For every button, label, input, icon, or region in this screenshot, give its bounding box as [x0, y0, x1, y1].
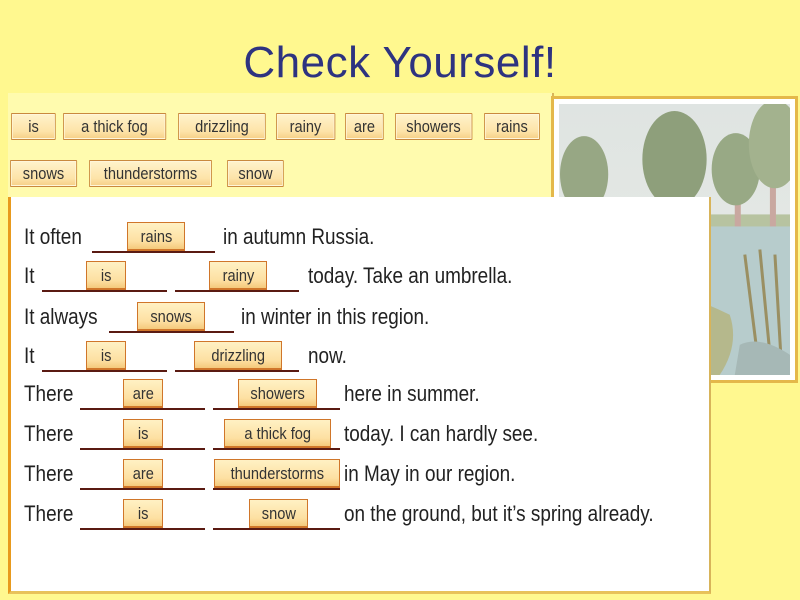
- word-chip[interactable]: showers: [395, 113, 472, 140]
- answer-box[interactable]: rains: [127, 222, 185, 251]
- answer-blank[interactable]: [80, 488, 205, 490]
- answer-text: is: [137, 424, 149, 443]
- answer-blank[interactable]: [80, 408, 205, 410]
- word-chip[interactable]: rainy: [276, 113, 335, 140]
- sentence-end: in May in our region.: [344, 461, 516, 486]
- answer-blank[interactable]: [213, 408, 340, 410]
- answer-text: rains: [140, 227, 172, 246]
- answer-text: rainy: [222, 266, 254, 285]
- answer-blank[interactable]: [109, 331, 234, 333]
- sentence-end: here in summer.: [344, 381, 480, 406]
- sentence-start: It often: [24, 224, 82, 249]
- answer-box[interactable]: is: [123, 419, 163, 448]
- answer-box[interactable]: drizzling: [194, 341, 282, 370]
- sentence-end: today. I can hardly see.: [344, 421, 539, 446]
- answer-box[interactable]: are: [123, 379, 163, 408]
- answer-box[interactable]: is: [86, 341, 126, 370]
- answer-blank[interactable]: [80, 528, 205, 530]
- sentence-start: There: [24, 421, 74, 446]
- sentence-start: There: [24, 381, 74, 406]
- answer-box[interactable]: are: [123, 459, 163, 488]
- answer-blank[interactable]: [213, 488, 340, 490]
- answer-blank[interactable]: [175, 290, 299, 292]
- sentence-start: It always: [24, 304, 98, 329]
- sentence-end: on the ground, but it’s spring already.: [344, 501, 654, 526]
- word-chip[interactable]: rains: [484, 113, 540, 140]
- answer-blank[interactable]: [42, 290, 167, 292]
- answer-text: a thick fog: [244, 424, 311, 443]
- answer-text: are: [132, 464, 154, 483]
- answer-text: drizzling: [211, 346, 265, 365]
- answer-box[interactable]: snows: [137, 302, 205, 331]
- answer-text: showers: [250, 384, 305, 403]
- sentence-start: There: [24, 461, 74, 486]
- sentence-start: There: [24, 501, 74, 526]
- answer-text: is: [137, 504, 149, 523]
- sentence-start: It: [24, 343, 35, 368]
- word-chip[interactable]: drizzling: [178, 113, 266, 140]
- answer-text: snow: [261, 504, 296, 523]
- answer-text: is: [100, 346, 112, 365]
- word-chip[interactable]: is: [11, 113, 56, 140]
- answer-box[interactable]: rainy: [209, 261, 267, 290]
- answer-box[interactable]: is: [86, 261, 126, 290]
- sentence-end: in autumn Russia.: [223, 224, 375, 249]
- answer-blank[interactable]: [213, 528, 340, 530]
- answer-text: thunderstorms: [230, 464, 324, 483]
- sentence-end: now.: [308, 343, 347, 368]
- answer-box[interactable]: snow: [249, 499, 308, 528]
- answer-blank[interactable]: [92, 251, 215, 253]
- answer-box[interactable]: a thick fog: [224, 419, 331, 448]
- answer-blank[interactable]: [175, 370, 299, 372]
- sentence-start: It: [24, 263, 35, 288]
- word-chip[interactable]: snows: [10, 160, 77, 187]
- answer-blank[interactable]: [42, 370, 167, 372]
- sentence-end: in winter in this region.: [241, 304, 430, 329]
- answer-text: are: [132, 384, 154, 403]
- answer-box[interactable]: thunderstorms: [214, 459, 340, 488]
- word-chip[interactable]: a thick fog: [63, 113, 166, 140]
- answer-box[interactable]: is: [123, 499, 163, 528]
- word-chip[interactable]: snow: [227, 160, 284, 187]
- answer-blank[interactable]: [80, 448, 205, 450]
- slide-title: Check Yourself!: [243, 38, 557, 87]
- sentence-end: today. Take an umbrella.: [308, 263, 513, 288]
- answer-text: is: [100, 266, 112, 285]
- answer-box[interactable]: showers: [238, 379, 317, 408]
- answer-blank[interactable]: [213, 448, 340, 450]
- answer-text: snows: [150, 307, 192, 326]
- word-chip[interactable]: thunderstorms: [89, 160, 212, 187]
- word-chip[interactable]: are: [345, 113, 384, 140]
